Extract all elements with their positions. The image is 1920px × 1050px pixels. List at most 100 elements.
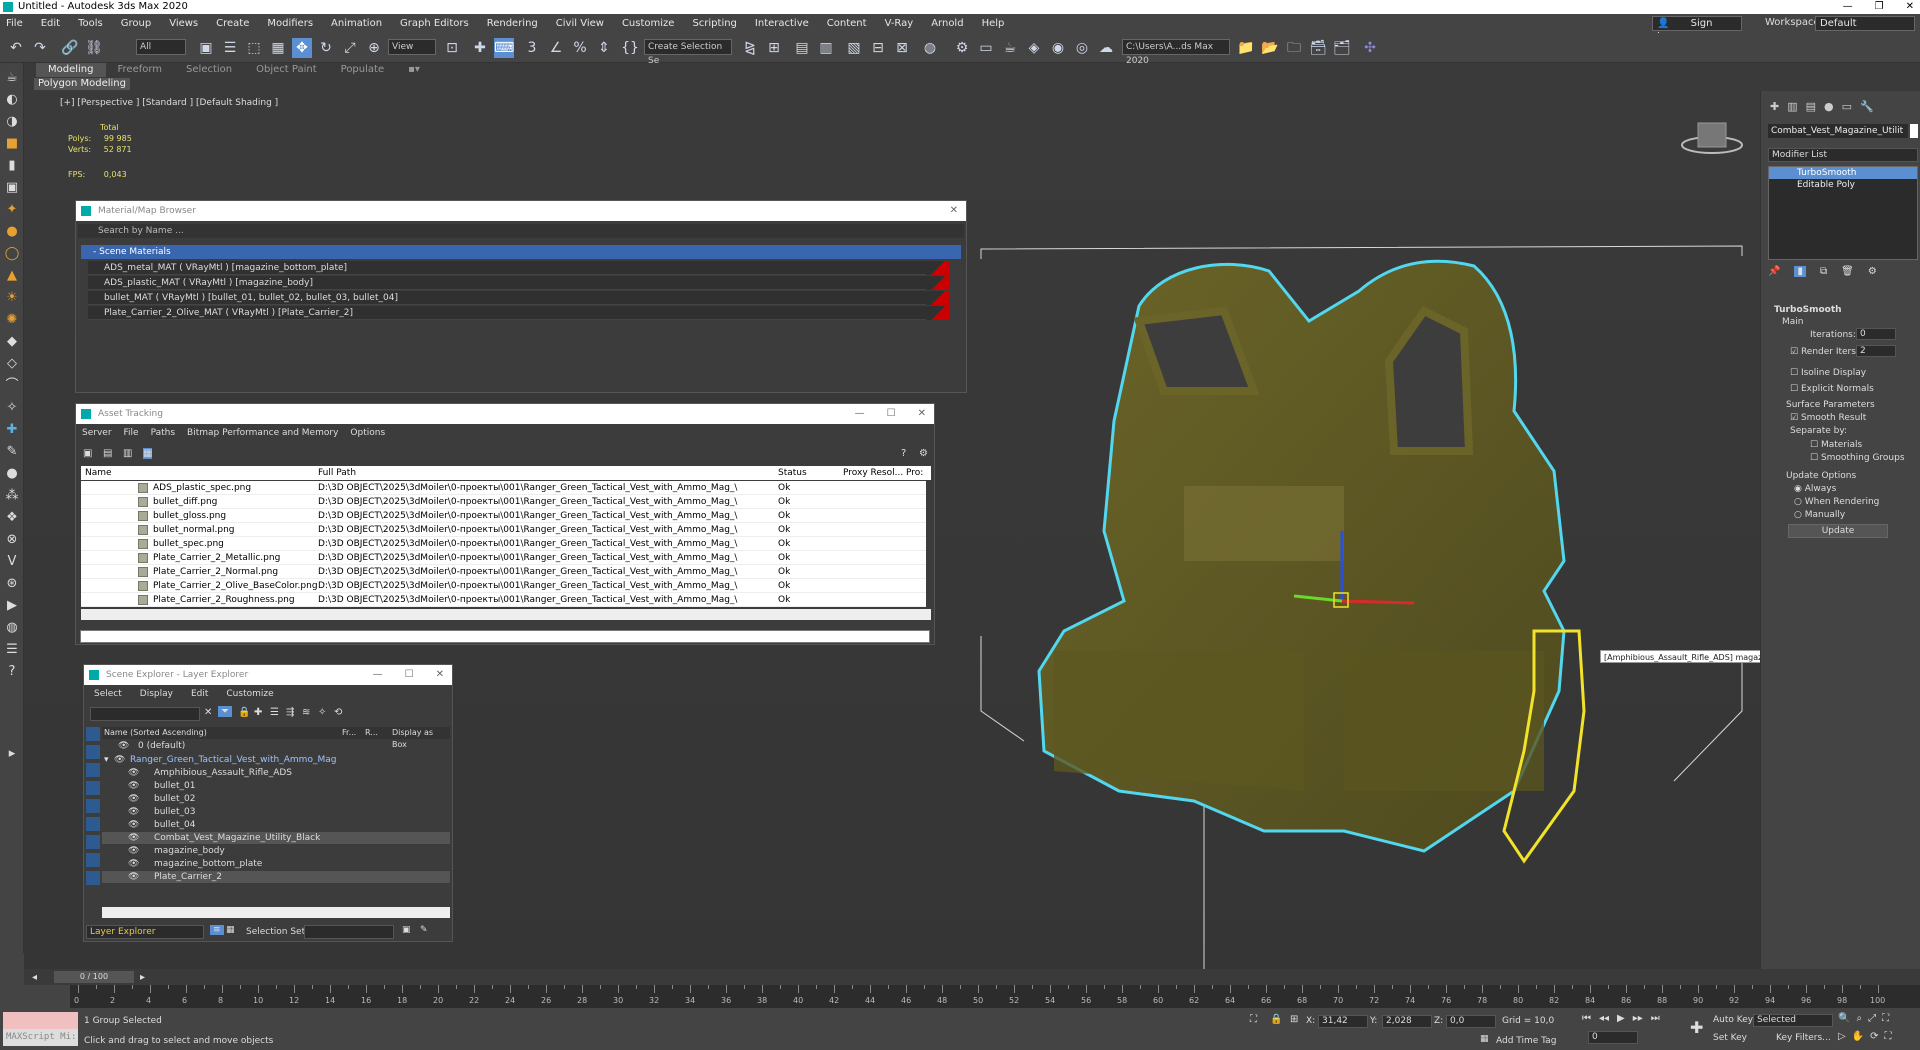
minimize-icon[interactable]: — — [373, 665, 383, 685]
explorer-type-dropdown[interactable]: Layer Explorer — [86, 925, 204, 939]
next-frame-icon[interactable]: ▸ — [140, 972, 145, 983]
sphere-gray-icon[interactable]: ● — [3, 465, 21, 483]
material-item[interactable]: Plate_Carrier_2_Olive_MAT ( VRayMtl ) [P… — [88, 306, 950, 320]
lights-icon[interactable]: ✦ — [3, 201, 21, 219]
rollout-turbosmooth[interactable]: TurboSmooth — [1774, 305, 1842, 315]
layer-row[interactable]: 👁 0 (default) — [102, 740, 450, 753]
smooth-result-checkbox[interactable]: ☑ Smooth Result — [1790, 413, 1866, 423]
placement-icon[interactable]: ⊕ — [364, 38, 384, 58]
keyboard-shortcut-icon[interactable]: ⌨ — [494, 38, 514, 58]
always-radio[interactable]: ◉ Always — [1794, 484, 1836, 494]
link-icon[interactable]: 🔗 — [60, 38, 80, 58]
tab-populate[interactable]: Populate — [329, 63, 396, 77]
selection-filter-dropdown[interactable]: All — [136, 39, 186, 55]
scene-explorer-icon[interactable]: ▤ — [792, 38, 812, 58]
render-setup-icon[interactable]: ⚙ — [952, 38, 972, 58]
rendered-frame-icon[interactable]: ▭ — [976, 38, 996, 58]
curve-editor-icon[interactable]: ⊟ — [868, 38, 888, 58]
object-row[interactable]: 👁 magazine_bottom_plate — [102, 858, 450, 871]
explorer-menu-customize[interactable]: Customize — [226, 689, 273, 699]
angle-snap-icon[interactable]: ∠ — [546, 38, 566, 58]
table-view-icon[interactable]: ▦ — [143, 448, 153, 459]
layers-icon[interactable]: ☰ — [3, 641, 21, 659]
visibility-icon[interactable]: 👁 — [128, 819, 139, 832]
close-icon[interactable]: ✕ — [918, 404, 926, 424]
tab-freeform[interactable]: Freeform — [106, 63, 175, 77]
sign-in-dropdown[interactable]: 👤 Sign In ▾ — [1652, 16, 1742, 42]
filter-icon[interactable]: ⏷ — [218, 706, 232, 717]
edit-named-sets-icon[interactable]: {} — [620, 38, 640, 58]
track-bar[interactable]: 0 2 4 6 8 10 12 14 16 18 20 22 24 26 28 … — [70, 985, 1920, 1008]
close-icon[interactable]: ✕ — [436, 665, 444, 685]
visibility-icon[interactable]: 👁 — [128, 780, 139, 793]
pin-stack-icon[interactable]: 📌 — [1768, 266, 1780, 277]
fov-icon[interactable]: ▷ — [1838, 1031, 1846, 1042]
sphere-icon[interactable]: ● — [3, 223, 21, 241]
object-row[interactable]: 👁 bullet_03 — [102, 806, 450, 819]
expand-icon[interactable]: ▾ — [104, 754, 109, 767]
maxscript-listener[interactable]: MAXScript Mi: — [3, 1012, 78, 1046]
visibility-icon[interactable]: 👁 — [128, 806, 139, 819]
table-row[interactable]: ADS_plastic_spec.png D:\3D OBJECT\2025\3d… — [81, 481, 926, 495]
visibility-icon[interactable]: 👁 — [128, 845, 139, 858]
viewport-label[interactable]: [+] [Perspective ] [Standard ] [Default … — [60, 98, 278, 108]
workspace-dropdown[interactable]: Default — [1815, 16, 1915, 31]
display-icon[interactable]: ◐ — [3, 91, 21, 109]
viewcube-icon[interactable] — [1681, 122, 1743, 154]
cameras-icon[interactable]: ▣ — [3, 179, 21, 197]
z-coordinate-field[interactable]: 0,0 — [1446, 1015, 1496, 1028]
explorer-side-icon[interactable] — [86, 835, 100, 849]
absolute-mode-icon[interactable]: ⊞ — [1290, 1014, 1298, 1025]
highlight-layer-icon[interactable]: ✧ — [318, 707, 326, 718]
minimize-icon[interactable]: — — [1843, 0, 1853, 14]
selection-lock-icon[interactable]: 🔒 — [1270, 1014, 1282, 1025]
object-row[interactable]: 👁 bullet_01 — [102, 780, 450, 793]
menu-help[interactable]: Help — [982, 18, 1005, 29]
shape-icon[interactable]: ✧ — [3, 399, 21, 417]
menu-modifiers[interactable]: Modifiers — [267, 18, 313, 29]
explorer-side-icon[interactable] — [86, 853, 100, 867]
visibility-icon[interactable]: 👁 — [128, 871, 139, 884]
visibility-icon[interactable]: 👁 — [114, 754, 125, 767]
object-row[interactable]: 👁 Combat_Vest_Magazine_Utility_Black — [102, 832, 450, 845]
modify-tab-icon[interactable]: ▥ — [1787, 100, 1797, 113]
menu-edit[interactable]: Edit — [41, 18, 60, 29]
table-row[interactable]: Plate_Carrier_2_Roughness.png D:\3D OBJEC… — [81, 593, 926, 607]
render-icon[interactable]: ☕ — [1000, 38, 1020, 58]
project-folder-icon[interactable]: 📁 — [1236, 38, 1256, 58]
current-frame-field[interactable]: 0 — [1588, 1031, 1638, 1044]
previous-frame-icon[interactable]: ◂◂ — [1599, 1013, 1609, 1024]
save-folder-icon[interactable]: 🗀 — [1284, 38, 1304, 58]
update-button[interactable]: Update — [1788, 524, 1888, 538]
schematic-view-icon[interactable]: ⊠ — [892, 38, 912, 58]
minimize-icon[interactable]: — — [855, 404, 865, 424]
move-to-layer-icon[interactable]: ⇶ — [286, 707, 294, 718]
sun-icon[interactable]: ☀ — [3, 289, 21, 307]
list-view-icon[interactable]: ▤ — [103, 448, 112, 459]
visibility-icon[interactable]: 👁 — [128, 832, 139, 845]
orbit-icon[interactable]: ⟳ — [1870, 1031, 1878, 1042]
menu-views[interactable]: Views — [169, 18, 198, 29]
set-key-button[interactable]: Set Key — [1713, 1033, 1747, 1043]
key-filters-button[interactable]: Key Filters... — [1776, 1033, 1831, 1043]
scene-icon[interactable]: ⊛ — [3, 575, 21, 593]
material-item[interactable]: ADS_metal_MAT ( VRayMtl ) [magazine_bott… — [88, 261, 950, 275]
materials-checkbox[interactable]: ☐ Materials — [1810, 440, 1862, 450]
set-key-icon[interactable]: ✚ — [1690, 1018, 1703, 1037]
isoline-checkbox[interactable]: ☐ Isoline Display — [1790, 368, 1866, 378]
project-path-dropdown[interactable]: C:\Users\A...ds Max 2020 — [1122, 39, 1230, 66]
material-editor-icon[interactable]: ◍ — [920, 38, 940, 58]
explorer-side-icon[interactable] — [86, 871, 100, 885]
display-tab-icon[interactable]: ▭ — [1842, 100, 1852, 113]
stack-item-editable-poly[interactable]: Editable Poly — [1769, 179, 1917, 191]
table-row[interactable]: bullet_gloss.png D:\3D OBJECT\2025\3dMoil… — [81, 509, 926, 523]
asset-menu-paths[interactable]: Paths — [151, 428, 175, 438]
object-name-field[interactable]: Combat_Vest_Magazine_Utilit — [1768, 124, 1908, 138]
vray-render-icon[interactable]: ◉ — [1048, 38, 1068, 58]
remove-modifier-icon[interactable]: 🗑 — [1841, 266, 1854, 277]
spark-icon[interactable]: ✺ — [3, 311, 21, 329]
select-object-icon[interactable]: ▣ — [196, 38, 216, 58]
add-time-tag-icon[interactable]: ▦ — [1480, 1034, 1489, 1044]
teapot-icon[interactable]: ☕ — [3, 69, 21, 87]
menu-scripting[interactable]: Scripting — [692, 18, 736, 29]
